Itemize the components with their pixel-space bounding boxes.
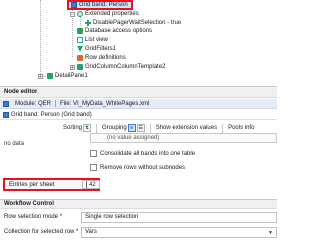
tree-node-label: Extended properties [85,11,139,17]
collection-selected-row-value: Vars [85,229,97,235]
grouping-label: Grouping [102,125,127,131]
node-editor-header: Node editor [0,86,277,98]
chevron-down-icon: ▼ [268,229,273,236]
file-label: File: VI_MyData_WhitePages.xml [60,100,150,107]
tree-node-detail-pane[interactable]: DetailPane1 [47,72,88,80]
value-placeholder: (no value assigned) [107,135,160,141]
remove-rows-label: Remove rows without subnodes [100,164,186,171]
expand-toggle-icon[interactable]: + [70,65,75,71]
show-extension-values-button[interactable]: Show extension values [153,123,220,133]
pools-info-label: Pools info [228,125,255,131]
tree-node-list-view[interactable]: List view [77,36,108,44]
entries-per-sheet-value: 42 [89,181,96,188]
property-icon [85,20,91,26]
row-definition-icon [77,55,83,61]
list-view-icon [77,37,83,43]
tree-guide-line [40,0,41,76]
module-label: Module: QER [15,100,52,107]
component-tree: Grid band: Person − Extended properties … [0,0,277,84]
tree-node-label: DisablePagerWaitSelection - true [93,20,182,26]
tree-node-label: List view [85,37,109,43]
tree-node-label: DetailPane1 [55,73,88,79]
tree-node-extended-properties[interactable]: Extended properties [77,10,139,18]
grid-column-icon [77,64,83,70]
row-selection-mode-select[interactable]: Single row selection [81,211,277,223]
group-icon: ≡ [127,124,136,132]
ungroup-icon: ☰ [136,124,145,132]
collection-selected-row-label: Collection for selected row * [4,229,79,235]
section-title: Workflow Control [4,201,54,207]
tree-node-label: GridFilters1 [85,46,117,52]
tree-node-label: Row definitions [85,55,126,61]
toolbar-separator [222,123,224,133]
toolbar-separator [149,123,151,133]
tree-node-disable-pager[interactable]: DisablePagerWaitSelection - true [85,19,181,27]
consolidate-label: Consolidate all bands into one table [100,150,196,157]
section-title: Node editor [4,89,38,95]
tree-node-label: Grid band: Person [79,2,128,8]
tree-node-grid-filters[interactable]: GridFilters1 [77,45,116,53]
tree-node-row-definitions[interactable]: Row definitions [77,54,126,62]
value-field[interactable]: (no value assigned) [90,133,277,143]
module-file-bar: Module: QER File: VI_MyData_WhitePages.x… [0,99,277,109]
field-marker [84,181,87,188]
separator [55,100,57,107]
module-icon [3,100,9,107]
collection-selected-row-row: Collection for selected row * Vars ▼ [0,226,277,238]
consolidate-option[interactable]: Consolidate all bands into one table [90,150,195,157]
sort-icon: ⇅ [83,124,92,132]
tree-node-grid-column[interactable]: GridColumnColumnTemplate2 [77,63,165,71]
grid-band-title: Grid band: Person (Grid band) [0,110,277,120]
show-extension-values-label: Show extension values [155,125,218,131]
grid-band-label: Grid band: Person (Grid band) [11,111,92,118]
grid-band-icon [3,111,9,118]
tree-node-database-access[interactable]: Database access options [77,27,152,35]
grouping-button[interactable]: Grouping ≡ ☰ [99,123,148,133]
remove-rows-option[interactable]: Remove rows without subnodes [90,164,185,171]
collapse-toggle-icon[interactable]: − [70,12,75,18]
no-data-text: no data [4,141,25,147]
remove-rows-checkbox[interactable] [90,164,97,171]
sorting-label: Sorting [63,125,83,131]
database-icon [77,28,83,34]
entries-per-sheet-input[interactable]: 42 [82,180,100,189]
detail-pane-icon [47,73,53,79]
row-selection-mode-value: Single row selection [85,214,139,220]
consolidate-checkbox[interactable] [90,150,97,157]
expand-toggle-icon[interactable]: + [38,74,43,80]
entries-per-sheet-label: Entries per sheet [9,181,55,188]
workflow-control-header: Workflow Control [0,199,277,209]
grid-band-icon [71,2,77,8]
sorting-button[interactable]: Sorting ⇅ [60,123,94,133]
tree-node-label: Database access options [85,28,153,34]
pools-info-button[interactable]: Pools info [225,123,257,133]
collection-selected-row-select[interactable]: Vars ▼ [81,226,277,238]
tree-node-grid-band-person[interactable]: Grid band: Person [67,0,133,10]
extended-properties-icon [77,11,83,17]
filter-icon [77,46,83,52]
toolbar-separator [96,123,98,133]
row-selection-mode-label: Row selection mode * [4,214,63,220]
tree-node-label: GridColumnColumnTemplate2 [85,64,166,70]
row-selection-mode-row: Row selection mode * Single row selectio… [0,211,277,223]
